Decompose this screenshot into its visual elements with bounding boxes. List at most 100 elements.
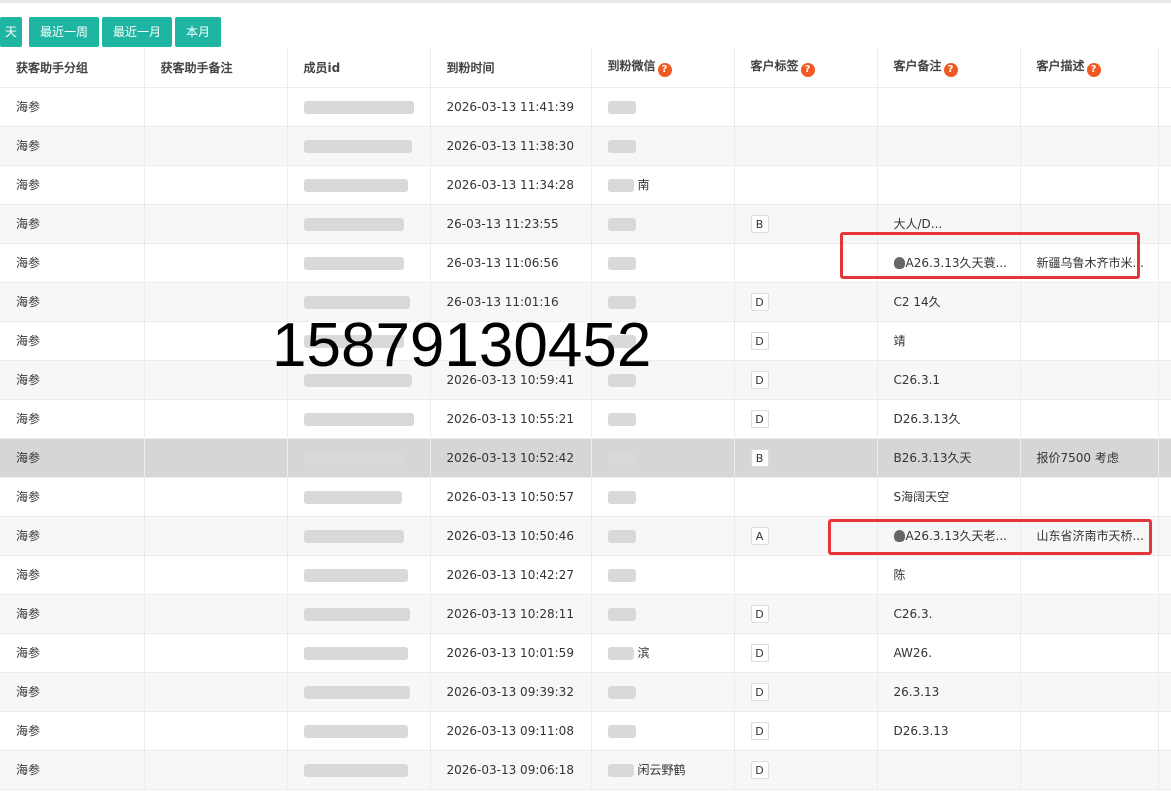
cell-assistant-remark (144, 477, 288, 517)
help-icon[interactable]: ? (800, 63, 815, 78)
redacted-block (303, 724, 408, 738)
cell-customer-remark[interactable]: S海阔天空 (877, 477, 1021, 517)
cell-customer-remark[interactable]: D26.3.13久 (877, 399, 1021, 439)
tag-badge: D (750, 331, 769, 350)
cell-customer-desc[interactable] (1020, 594, 1159, 634)
cell-customer-remark[interactable] (877, 165, 1021, 205)
cell-assistant-remark (144, 633, 288, 673)
cell-customer-desc[interactable] (1020, 711, 1159, 751)
this-month-button[interactable]: 本月 (175, 17, 221, 47)
cell-customer-tag: B (734, 438, 878, 478)
cell-spacer (1158, 594, 1171, 634)
table-row[interactable]: 海参 2026-03-13 11:41:39 (0, 87, 1171, 127)
cell-arrival-wechat (591, 204, 735, 244)
col-header-customer-desc[interactable]: 客户描述? (1020, 48, 1159, 88)
cell-arrival-wechat (591, 477, 735, 517)
table-row[interactable]: 海参 2026-03-13 11:38:30 (0, 126, 1171, 166)
cell-customer-tag: D (734, 711, 878, 751)
cell-customer-desc[interactable] (1020, 555, 1159, 595)
cell-member-id (287, 555, 431, 595)
table-row[interactable]: 海参 2026-03-13 10:55:21 D D26.3.13久 (0, 399, 1171, 439)
cell-customer-desc[interactable] (1020, 282, 1159, 322)
cell-customer-desc[interactable]: 报价7500 考虑 (1020, 438, 1159, 478)
redacted-block (303, 139, 412, 153)
today-button[interactable]: 天 (0, 17, 22, 47)
cell-customer-remark[interactable]: 靖 (877, 321, 1021, 361)
table-row[interactable]: 海参 2026-03-13 10:50:57 S海阔天空 (0, 477, 1171, 517)
cell-customer-desc[interactable] (1020, 126, 1159, 166)
cell-assistant-remark (144, 516, 288, 556)
cell-customer-desc[interactable] (1020, 87, 1159, 127)
cell-spacer (1158, 477, 1171, 517)
cell-assistant-remark (144, 438, 288, 478)
cell-arrival-wechat (591, 555, 735, 595)
cell-arrival-wechat (591, 126, 735, 166)
highlight-box (840, 232, 1140, 279)
cell-customer-tag (734, 477, 878, 517)
cell-arrival-time: 2026-03-13 09:39:32 (430, 672, 592, 712)
table-row[interactable]: 海参 2026-03-13 11:34:28 南 (0, 165, 1171, 205)
table-row[interactable]: 海参 2026-03-13 09:39:32 D 26.3.13 (0, 672, 1171, 712)
cell-assistant-remark (144, 711, 288, 751)
cell-customer-remark[interactable] (877, 126, 1021, 166)
col-header-member-id[interactable]: 成员id (287, 48, 431, 88)
cell-customer-remark[interactable]: C26.3. (877, 594, 1021, 634)
cell-customer-remark[interactable] (877, 750, 1021, 790)
redacted-block (303, 529, 404, 543)
cell-customer-remark[interactable]: D26.3.13 (877, 711, 1021, 751)
cell-member-id (287, 87, 431, 127)
redacted-block (607, 764, 634, 777)
col-header-customer-remark[interactable]: 客户备注? (877, 48, 1021, 88)
cell-spacer (1158, 438, 1171, 478)
table-row[interactable]: 海参 2026-03-13 10:42:27 陈 (0, 555, 1171, 595)
cell-customer-desc[interactable] (1020, 360, 1159, 400)
cell-member-id (287, 594, 431, 634)
cell-customer-desc[interactable] (1020, 633, 1159, 673)
cell-customer-remark[interactable]: B26.3.13久天 (877, 438, 1021, 478)
cell-customer-desc[interactable] (1020, 477, 1159, 517)
cell-customer-remark[interactable] (877, 87, 1021, 127)
cell-customer-remark[interactable]: 陈 (877, 555, 1021, 595)
col-header-customer-tag[interactable]: 客户标签? (734, 48, 878, 88)
highlight-box (828, 519, 1152, 555)
cell-member-id (287, 516, 431, 556)
table-row[interactable]: 海参 2026-03-13 09:06:18 闲云野鹤 D (0, 750, 1171, 790)
tag-badge: D (750, 721, 769, 740)
table-row[interactable]: 海参 2026-03-13 10:28:11 D C26.3. (0, 594, 1171, 634)
cell-customer-remark[interactable]: C26.3.1 (877, 360, 1021, 400)
help-icon[interactable]: ? (657, 63, 672, 78)
cell-spacer (1158, 399, 1171, 439)
table-row[interactable]: 海参 2026-03-13 10:52:42 B B26.3.13久天 报价7500 考… (0, 438, 1171, 478)
col-header-assistant-remark[interactable]: 获客助手备注 (144, 48, 288, 88)
cell-member-id (287, 750, 431, 790)
redacted-block (303, 412, 414, 426)
tag-badge: B (750, 448, 769, 467)
cell-customer-remark[interactable]: AW26. (877, 633, 1021, 673)
cell-customer-remark[interactable]: C2 14久 (877, 282, 1021, 322)
redacted-block (607, 529, 636, 543)
tag-badge: B (750, 214, 769, 233)
cell-customer-desc[interactable] (1020, 165, 1159, 205)
col-header-group[interactable]: 获客助手分组 (0, 48, 145, 88)
cell-customer-desc[interactable] (1020, 672, 1159, 712)
last-month-button[interactable]: 最近一月 (102, 17, 172, 47)
col-header-arrival-time[interactable]: 到粉时间 (430, 48, 592, 88)
cell-spacer (1158, 360, 1171, 400)
table-row[interactable]: 海参 2026-03-13 09:11:08 D D26.3.13 (0, 711, 1171, 751)
cell-spacer (1158, 204, 1171, 244)
cell-member-id (287, 633, 431, 673)
cell-customer-remark[interactable]: 26.3.13 (877, 672, 1021, 712)
help-icon[interactable]: ? (943, 63, 958, 78)
last-week-button[interactable]: 最近一周 (29, 17, 99, 47)
redacted-block (607, 685, 636, 699)
redacted-block (607, 139, 636, 153)
cell-group: 海参 (0, 126, 145, 166)
redacted-block (607, 647, 634, 660)
cell-customer-desc[interactable] (1020, 750, 1159, 790)
table-row[interactable]: 海参 2026-03-13 10:01:59 滨 D AW26. (0, 633, 1171, 673)
cell-customer-desc[interactable] (1020, 399, 1159, 439)
cell-spacer (1158, 243, 1171, 283)
col-header-arrival-wechat[interactable]: 到粉微信? (591, 48, 735, 88)
help-icon[interactable]: ? (1086, 63, 1101, 78)
cell-customer-desc[interactable] (1020, 321, 1159, 361)
